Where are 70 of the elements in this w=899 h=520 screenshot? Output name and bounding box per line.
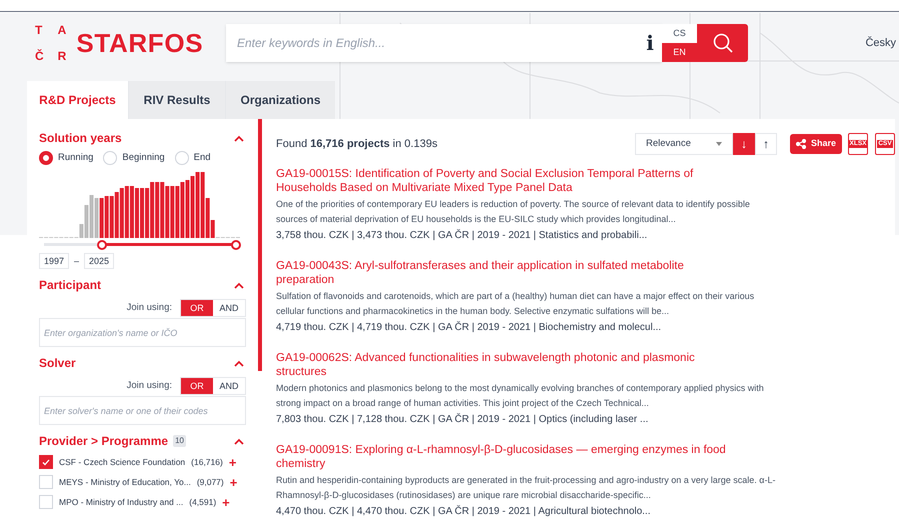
add-icon[interactable]: +	[222, 496, 230, 509]
filter-title: Solution years	[39, 130, 122, 147]
logo-letter: R	[58, 50, 66, 62]
info-icon[interactable]: i	[640, 28, 660, 58]
result-description: One of the priorities of contemporary EU leaders is reduction of poverty. The source of relevant data to identify possible sources of material deprivation of EU households is the EU-SILC study which provides longitudinal...	[276, 198, 751, 226]
radio-option[interactable]: Running	[39, 151, 94, 166]
filter-option[interactable]: MPO - Ministry of Industry and ...	[59, 496, 184, 509]
search-button[interactable]	[697, 24, 748, 62]
result-meta: 4,470 thou. CZK | 4,470 thou. CZK | GA ČR | 2019 - 2021 | Agricultural biotechnolo...	[276, 505, 652, 519]
chevron-up-icon[interactable]	[234, 438, 244, 445]
result-title-link[interactable]: GA19-00043S: Aryl-sulfotransferases and their application in sulfated metabolite preparation	[276, 259, 741, 287]
filter-option[interactable]: MEYS - Ministry of Education, Yo...	[59, 476, 191, 489]
join-toggle[interactable]: OR	[181, 300, 213, 316]
join-label: Join using:	[126, 301, 172, 316]
logo-wordmark: STARFOS	[76, 26, 204, 60]
filter-title: Participant	[39, 277, 102, 294]
result-meta: 4,719 thou. CZK | 4,719 thou. CZK | GA ČR | 2019 - 2021 | Biochemistry and molecul...	[276, 321, 662, 335]
add-icon[interactable]: +	[228, 456, 236, 469]
result-description: Modern photonics and plasmonics belong to the most dynamically evolving branches of contemporary applied physics with strong impact on a broad range of human activities. This joint project of the Czech Technical...	[276, 382, 765, 410]
checkbox[interactable]	[39, 475, 53, 490]
option-count: (16,716)	[191, 456, 223, 469]
chevron-up-icon[interactable]	[234, 360, 244, 367]
logo-letter: A	[58, 24, 66, 36]
chevron-up-icon[interactable]	[234, 134, 244, 142]
language-toggle[interactable]: CS	[662, 24, 697, 43]
range-dash: –	[74, 254, 80, 268]
join-label: Join using:	[126, 379, 172, 394]
tab[interactable]: R&D Projects	[27, 81, 128, 119]
result-meta: 3,758 thou. CZK | 3,473 thou. CZK | GA ČR | 2019 - 2021 | Statistics and probabili...	[276, 229, 648, 243]
slider-thumb[interactable]	[96, 240, 107, 250]
option-count: (4,591)	[189, 496, 216, 509]
result-title-link[interactable]: GA19-00091S: Exploring α-L-rhamnosyl-β-D-glucosidases — emerging enzymes in food chemistry	[276, 443, 741, 471]
radio-option[interactable]: Beginning	[103, 151, 165, 166]
tab[interactable]: Organizations	[225, 81, 335, 119]
logo-letter: T	[35, 24, 44, 36]
filter-title: Provider > Programme	[39, 433, 168, 450]
caret-icon	[716, 142, 722, 146]
sort-dropdown[interactable]: Relevance	[634, 133, 733, 155]
search-field[interactable]: Enter organization's name or IČO	[39, 318, 246, 348]
result-title-link[interactable]: GA19-00062S: Advanced functionalities in subwavelength photonic and plasmonic structures	[276, 351, 741, 379]
share-icon	[796, 139, 806, 149]
logo-letter: Č	[35, 50, 44, 62]
join-toggle[interactable]: OR	[181, 378, 213, 394]
results-summary: Found 16,716 projects in 0.139s	[276, 136, 438, 152]
result-meta: 7,803 thou. CZK | 7,128 thou. CZK | GA ČR | 2019 - 2021 | Optics (including laser ...	[276, 413, 650, 427]
checkbox[interactable]	[39, 495, 53, 510]
result-description: Sulfation of flavonoids and carotenoids, which are part of a (healthy) human diet can have a major effect on their various cellular functions and pharmacokinetics in the human body. Selective enzymatic sulfations will be...	[276, 290, 756, 318]
year-field[interactable]: 1997	[39, 253, 69, 270]
sort-direction-button[interactable]: ↓	[732, 133, 755, 155]
search-icon	[712, 32, 734, 54]
search-field[interactable]: Enter solver's name or one of their codes	[39, 396, 246, 426]
language-toggle[interactable]: EN	[662, 43, 697, 62]
filter-option[interactable]: CSF - Czech Science Foundation	[59, 456, 186, 469]
sort-direction-button[interactable]: ↑	[754, 133, 777, 155]
result-description: Rutin and hesperidin-containing byproducts are generated in the fruit-processing and agro-industry on a very large scale. α-L-Rhamnosyl-β-D-glucosidases (rutinosidases) are unique rare microbial disaccharide-specific...	[276, 474, 776, 502]
year-field[interactable]: 2025	[84, 253, 114, 270]
check-icon	[42, 458, 50, 466]
chevron-up-icon[interactable]	[234, 282, 244, 289]
option-count: (9,077)	[196, 476, 224, 489]
slider-thumb[interactable]	[231, 240, 241, 250]
result-title-link[interactable]: GA19-00015S: Identification of Poverty and Social Exclusion Temporal Patterns of Households Based on Multivariate Mixed Type Panel Data	[276, 167, 741, 195]
tab[interactable]: RIV Results	[128, 81, 225, 119]
filter-title: Solver	[39, 355, 76, 372]
language-link[interactable]: Česky	[865, 34, 896, 52]
share-button[interactable]: Share	[790, 134, 842, 154]
search-field[interactable]: Enter keywords in English... i	[226, 24, 662, 62]
add-icon[interactable]: +	[230, 476, 238, 489]
count-badge: 10	[173, 435, 186, 448]
checkbox[interactable]	[39, 455, 53, 470]
radio-option[interactable]: End	[174, 151, 211, 166]
